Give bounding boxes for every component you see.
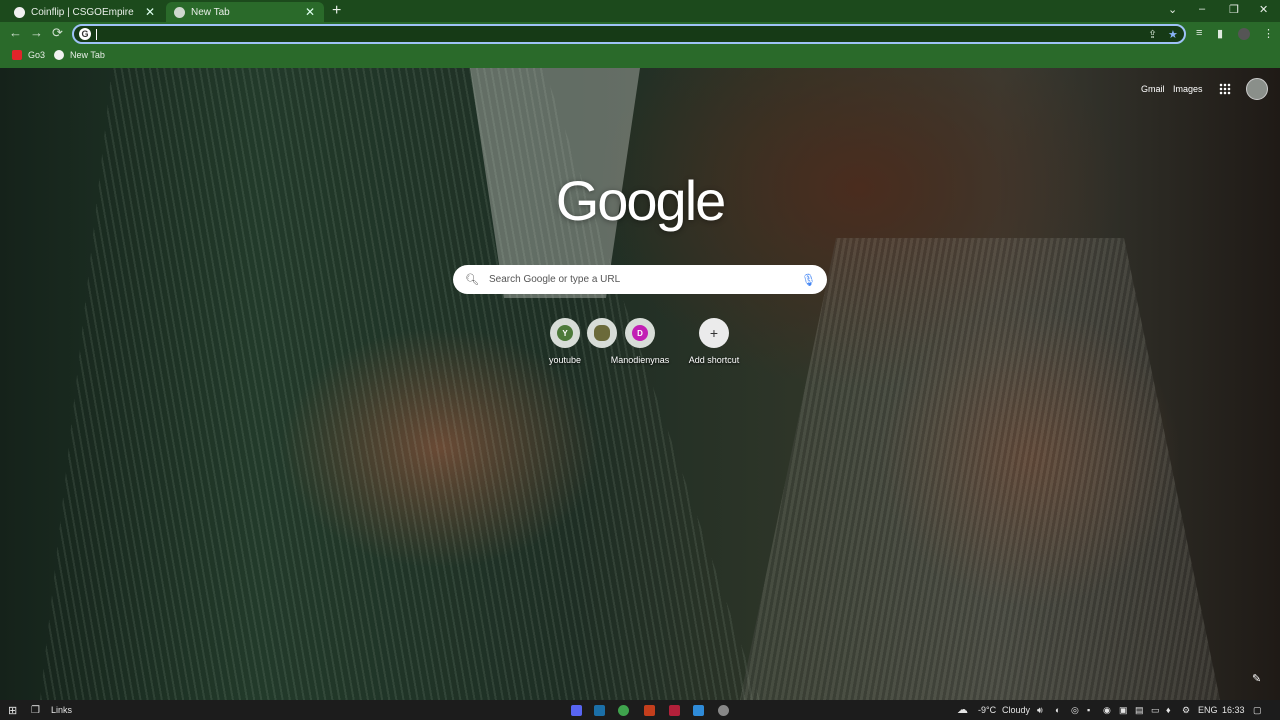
snipping-tool-icon [693, 704, 704, 716]
csgoempire-favicon-icon [14, 6, 25, 18]
minimize-icon[interactable]: – [1199, 3, 1205, 15]
discord-icon [571, 704, 582, 716]
discord-app-icon[interactable] [571, 704, 582, 716]
shortcut-label: youtube [548, 355, 582, 365]
forward-icon[interactable]: → [30, 26, 43, 40]
bookmark-go3[interactable]: Go3 [12, 50, 45, 60]
new-tab-button[interactable]: + [332, 3, 341, 19]
google-g-icon: G [79, 28, 91, 40]
tab-title: Coinflip | CSGOEmpire [31, 6, 134, 18]
address-input[interactable] [98, 26, 1102, 44]
windows-taskbar: ⊞ ❐ Links ☁ -9°C Cloudy 🔊︎ ◐ ◎ ▪ ◉ ▣ ▤ ▭… [0, 700, 1280, 720]
other-app-icon[interactable] [669, 704, 680, 716]
shortcut-tile: D [625, 318, 655, 348]
task-view-icon[interactable]: ❐ [31, 704, 40, 716]
tray-app-icon[interactable]: ▣ [1119, 705, 1128, 716]
powerpoint-app-icon[interactable] [644, 704, 655, 716]
bookmark-label: New Tab [70, 50, 105, 60]
ntp-search-box[interactable]: 🔍︎ 🎙︎ [453, 265, 827, 294]
images-link[interactable]: Images [1173, 84, 1203, 94]
notifications-icon[interactable]: ▢ [1253, 705, 1262, 716]
chrome-app-icon[interactable] [618, 704, 629, 716]
tray-app-icon[interactable]: ◐ [1055, 705, 1060, 715]
side-panel-icon[interactable]: ▮ [1217, 27, 1223, 40]
tray-app-icon[interactable]: ◎ [1071, 705, 1079, 716]
weather-condition[interactable]: Cloudy [1002, 705, 1030, 715]
gear-icon[interactable]: ⚙ [1182, 705, 1190, 716]
bookmark-star-icon[interactable]: ★ [1168, 28, 1178, 41]
search-input[interactable] [487, 273, 801, 286]
shortcut-manodienynas[interactable]: D Manodienynas [600, 318, 680, 365]
google-apps-icon[interactable] [1219, 83, 1231, 95]
weather-temp[interactable]: -9°C [978, 705, 996, 715]
shortcut-label: Manodienynas [610, 355, 670, 365]
go3-icon [12, 50, 22, 60]
bookmarks-bar: Go3 New Tab [0, 46, 1280, 68]
bookmark-label: Go3 [28, 50, 46, 60]
tab-title: New Tab [191, 6, 230, 18]
tray-app-icon[interactable]: ▤ [1135, 705, 1144, 716]
shortcut-label: Add shortcut [688, 355, 740, 365]
taskbar-links[interactable]: Links [51, 704, 72, 716]
microphone-icon[interactable]: 🎙︎ [801, 273, 816, 287]
gear-icon [718, 704, 729, 716]
start-windows-icon[interactable]: ⊞ [8, 704, 17, 717]
reading-list-icon[interactable]: ≡ [1196, 27, 1202, 39]
tab-strip: Coinflip | CSGOEmpire ✕ New Tab ✕ + ⌄ – … [0, 0, 1280, 22]
tab-close-icon[interactable]: ✕ [304, 6, 316, 18]
snipping-tool-app-icon[interactable] [693, 704, 704, 716]
tray-app-icon[interactable]: ◉ [1103, 705, 1111, 716]
app-icon [669, 704, 680, 716]
search-icon: 🔍︎ [465, 274, 479, 286]
tray-app-icon[interactable]: ▪ [1087, 705, 1090, 715]
add-shortcut-button[interactable]: + Add shortcut [674, 318, 754, 365]
google-logo: Google [555, 169, 727, 232]
reload-icon[interactable]: ⟳ [52, 26, 63, 40]
clock[interactable]: 16:33 [1222, 705, 1245, 715]
microphone-icon[interactable]: ♦ [1166, 705, 1171, 715]
network-icon[interactable]: ▭ [1151, 705, 1160, 716]
background-photo-suit-left [40, 68, 760, 700]
steam-app-icon[interactable] [594, 704, 605, 716]
share-icon[interactable]: ⇪ [1148, 28, 1157, 41]
chrome-icon [618, 704, 629, 716]
close-window-icon[interactable]: ✕ [1259, 3, 1268, 16]
plus-icon: + [709, 325, 719, 341]
cloud-weather-icon: ☁ [957, 704, 968, 716]
settings-app-icon[interactable] [718, 704, 729, 716]
browser-toolbar: ← → ⟳ G ⇪ ★ ≡ ▮ ⋮ [0, 22, 1280, 46]
powerpoint-icon [644, 704, 655, 716]
customize-pencil-icon[interactable]: ✎ [1252, 672, 1261, 685]
tab-new-tab[interactable]: New Tab ✕ [166, 2, 324, 22]
chrome-icon [54, 50, 64, 60]
bookmark-new-tab[interactable]: New Tab [54, 50, 105, 60]
background-photo-suit-right [740, 238, 1220, 700]
new-tab-page: Gmail Images Google 🔍︎ 🎙︎ Y youtube D Ma… [0, 68, 1280, 700]
steam-icon [594, 704, 605, 716]
chrome-favicon-icon [174, 6, 185, 18]
language-indicator[interactable]: ENG [1198, 705, 1218, 715]
gmail-link[interactable]: Gmail [1141, 84, 1165, 94]
back-icon[interactable]: ← [9, 26, 22, 40]
manodienynas-letter-icon: D [632, 325, 648, 341]
text-caret [96, 29, 97, 40]
restore-icon[interactable]: ❐ [1229, 3, 1239, 16]
profile-icon[interactable] [1238, 28, 1250, 40]
tab-close-icon[interactable]: ✕ [144, 6, 156, 18]
tab-coinflip[interactable]: Coinflip | CSGOEmpire ✕ [6, 2, 164, 22]
account-avatar[interactable] [1246, 78, 1268, 100]
address-bar[interactable]: G ⇪ ★ [72, 24, 1186, 44]
shortcut-tile: + [699, 318, 729, 348]
volume-icon[interactable]: 🔊︎ [1037, 705, 1043, 716]
menu-icon[interactable]: ⋮ [1263, 27, 1274, 40]
tab-search-icon[interactable]: ⌄ [1168, 3, 1177, 16]
